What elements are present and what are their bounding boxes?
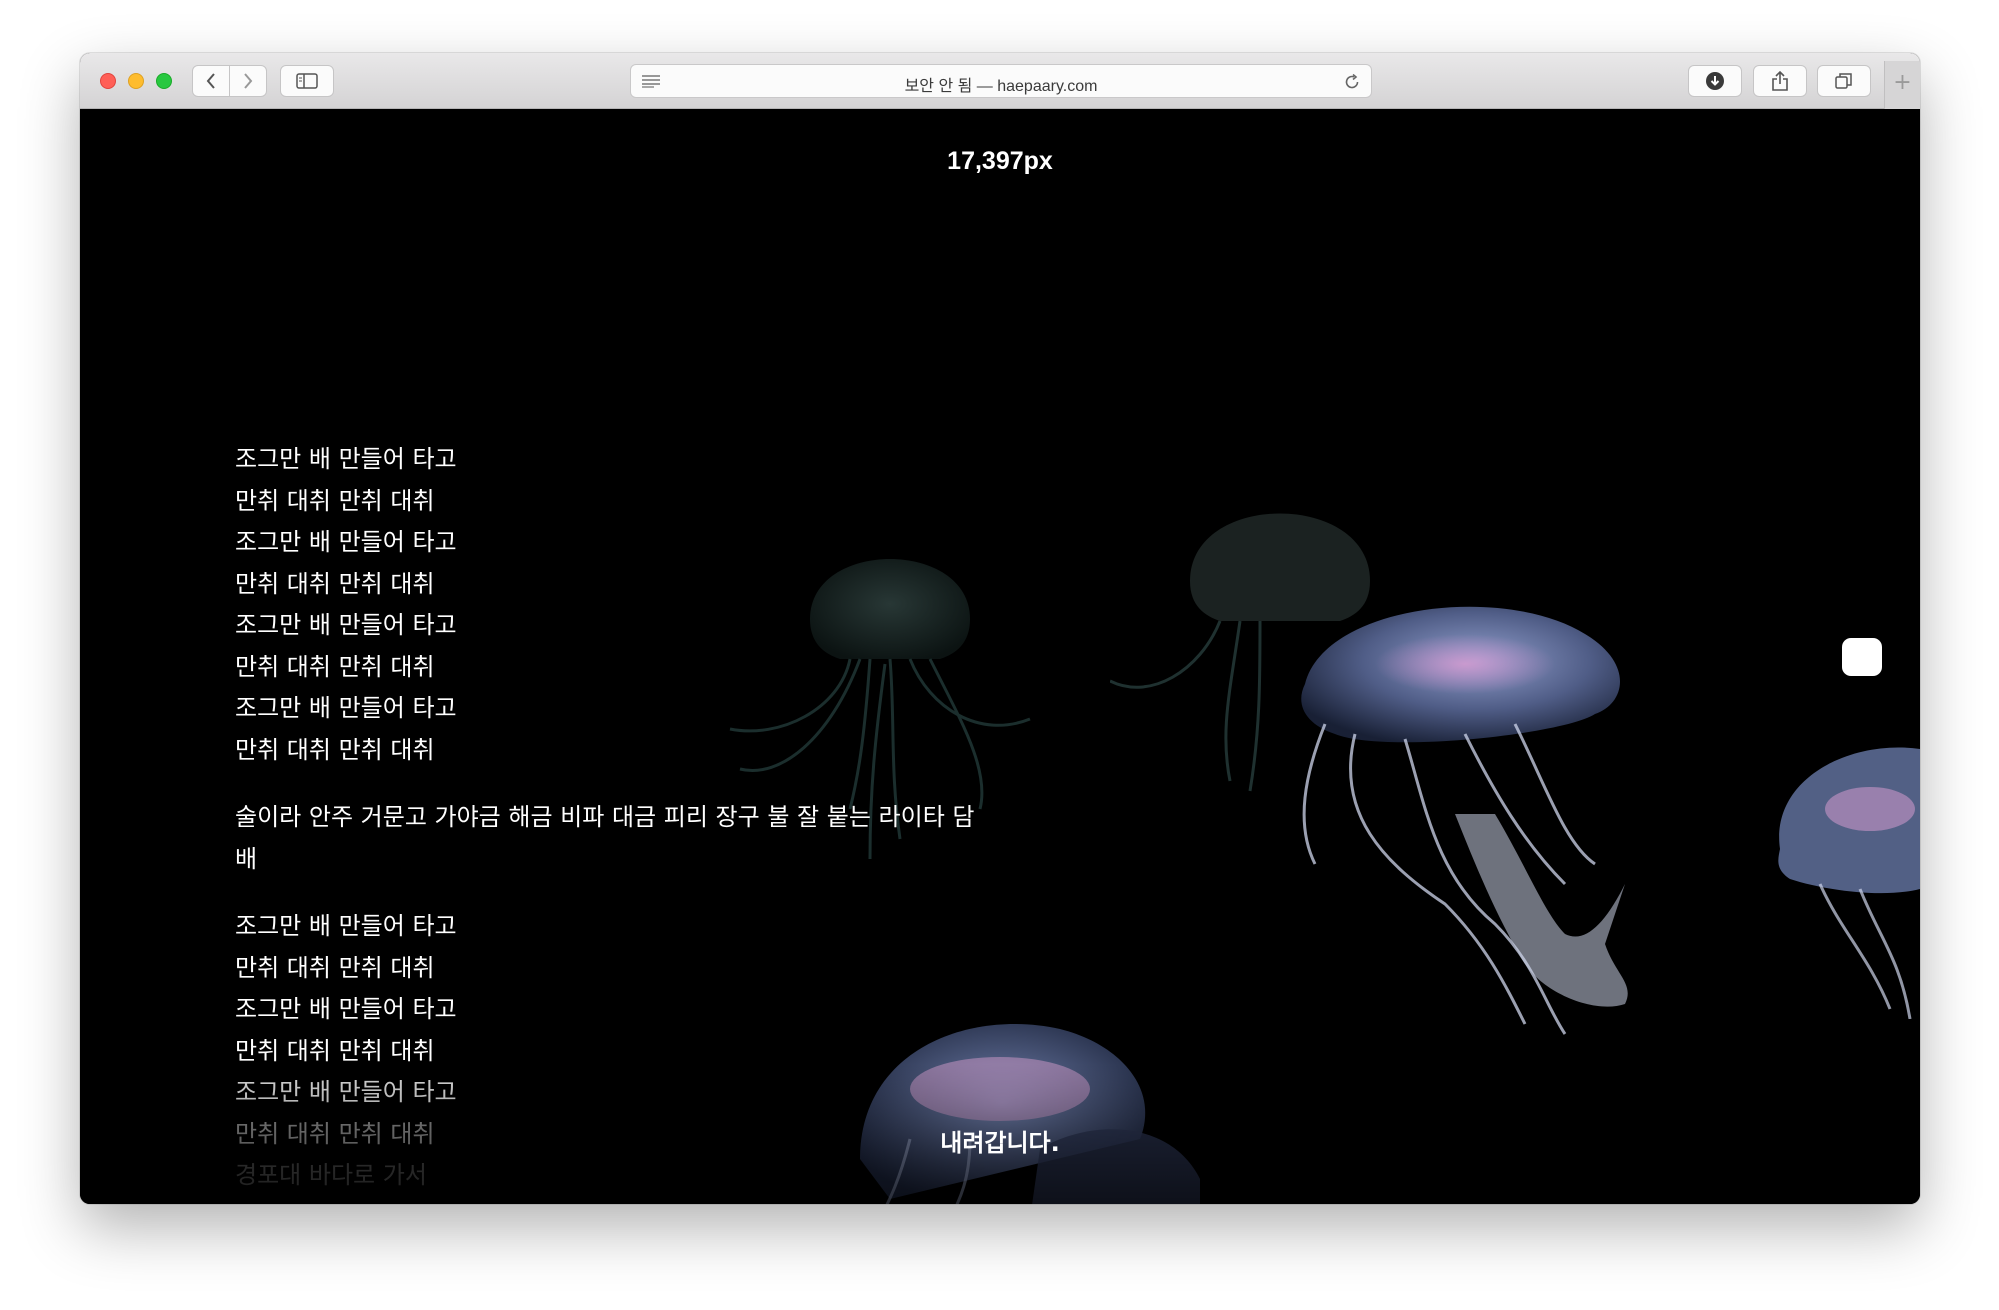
lyric-line: 만취 대취 만취 대취	[235, 1036, 435, 1065]
chevron-left-icon	[206, 73, 215, 89]
tabs-overview-icon	[1835, 73, 1852, 89]
minimize-window-button[interactable]	[128, 73, 144, 89]
tab-overview-button[interactable]	[1817, 65, 1871, 97]
lyric-line: 조그만 배 만들어 타고	[235, 1078, 457, 1106]
lyric-line: 조그만 배 만들어 타고	[235, 694, 457, 722]
scroll-position-counter: 17,397px	[947, 147, 1053, 175]
downloads-button[interactable]	[1688, 65, 1742, 97]
share-button[interactable]	[1753, 65, 1807, 97]
browser-toolbar: 보안 안 됨 — haepaary.com +	[80, 53, 1920, 109]
jellyfish-image-edge	[1778, 747, 1920, 1019]
lyric-line: 조그만 배 만들어 타고	[235, 995, 457, 1023]
lyric-line: 만취 대취 만취 대취	[235, 735, 435, 764]
url-text: 보안 안 됨 — haepaary.com	[904, 78, 1098, 95]
lyric-line: 만취 대취 만취 대취	[235, 569, 435, 598]
share-icon	[1772, 70, 1788, 91]
back-button[interactable]	[192, 65, 230, 97]
browser-window: 보안 안 됨 — haepaary.com + 17,397px 조그만 배 만…	[80, 53, 1920, 1204]
page-content[interactable]: 17,397px 조그만 배 만들어 타고 만취 대취 만취 대취 조그만 배 …	[80, 109, 1920, 1204]
sidebar-icon	[296, 73, 318, 89]
lyric-line: 만취 대취 만취 대취	[235, 953, 435, 982]
lyric-line: 조그만 배 만들어 타고	[235, 528, 457, 556]
lyric-line: 만취 대취 만취 대취	[235, 652, 435, 681]
address-bar[interactable]: 보안 안 됨 — haepaary.com	[630, 64, 1372, 98]
lyric-line: 만취 대취 만취 대취	[235, 486, 435, 515]
lyric-line: 경포대 바다로 가서	[235, 1161, 427, 1189]
download-icon	[1706, 72, 1724, 90]
lyric-line: 조그만 배 만들어 타고	[235, 445, 457, 473]
lyrics-group-1: 조그만 배 만들어 타고 만취 대취 만취 대취 조그만 배 만들어 타고 만취…	[235, 439, 995, 771]
scroll-down-label: 내려갑니다.	[940, 1129, 1060, 1157]
jellyfish-image-main	[1301, 606, 1628, 1035]
chevron-right-icon	[244, 73, 253, 89]
lyric-line: 조그만 배 만들어 타고	[235, 912, 457, 940]
lyrics-text: 조그만 배 만들어 타고 만취 대취 만취 대취 조그만 배 만들어 타고 만취…	[235, 439, 995, 1197]
reload-icon[interactable]	[1343, 73, 1361, 91]
close-window-button[interactable]	[100, 73, 116, 89]
scroll-indicator-handle[interactable]	[1842, 638, 1882, 676]
new-tab-button[interactable]: +	[1884, 61, 1920, 109]
sidebar-button[interactable]	[280, 65, 334, 97]
forward-button[interactable]	[229, 65, 267, 97]
plus-icon: +	[1893, 70, 1912, 95]
lyric-line: 조그만 배 만들어 타고	[235, 611, 457, 639]
lyric-paragraph: 술이라 안주 거문고 가야금 해금 비파 대금 피리 장구 불 잘 붙는 라이타…	[235, 803, 975, 873]
zoom-window-button[interactable]	[156, 73, 172, 89]
